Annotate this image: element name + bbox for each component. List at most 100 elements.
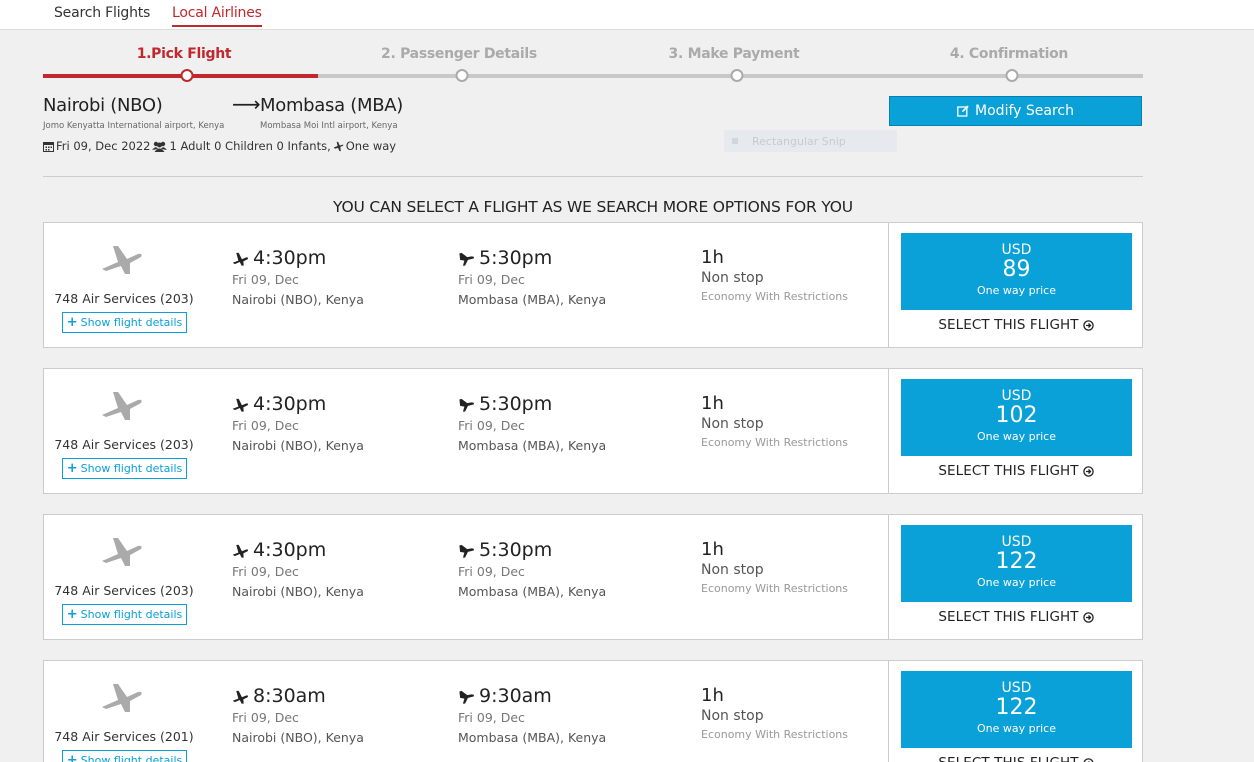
price-column: USD 122 One way price SELECT THIS FLIGHT bbox=[888, 515, 1142, 639]
price-note: One way price bbox=[976, 284, 1056, 297]
select-flight-label: SELECT THIS FLIGHT bbox=[938, 609, 1079, 625]
airline-name: 748 Air Services (203) bbox=[54, 291, 194, 306]
takeoff-icon bbox=[232, 544, 249, 558]
price-currency: USD bbox=[1001, 388, 1032, 404]
modify-search-label: Modify Search bbox=[975, 103, 1074, 119]
cabin-class: Economy With Restrictions bbox=[701, 728, 849, 741]
flight-card: 748 Air Services (203) + Show flight det… bbox=[43, 222, 1143, 348]
flight-stops: Non stop bbox=[701, 416, 764, 432]
price-column: USD 122 One way price SELECT THIS FLIGHT bbox=[888, 661, 1142, 762]
show-flight-details-button[interactable]: + Show flight details bbox=[62, 604, 187, 625]
departure-time: 8:30am bbox=[232, 685, 326, 707]
departure-time: 4:30pm bbox=[232, 539, 326, 561]
select-flight-button[interactable]: SELECT THIS FLIGHT bbox=[889, 463, 1143, 479]
tab-search-flights[interactable]: Search Flights bbox=[54, 5, 150, 21]
destination-city: Mombasa (MBA) bbox=[260, 95, 404, 116]
step-pick-flight: 1.Pick Flight bbox=[136, 46, 232, 62]
arrival-time: 5:30pm bbox=[458, 393, 552, 415]
show-flight-details-label: Show flight details bbox=[80, 608, 183, 621]
price-amount: 89 bbox=[1002, 257, 1031, 282]
price-box[interactable]: USD 89 One way price bbox=[901, 233, 1132, 310]
price-note: One way price bbox=[976, 722, 1056, 735]
arrival-time-value: 5:30pm bbox=[479, 393, 553, 415]
price-box[interactable]: USD 122 One way price bbox=[901, 671, 1132, 748]
divider bbox=[43, 176, 1143, 177]
departure-date: Fri 09, Dec bbox=[232, 710, 299, 725]
cabin-class: Economy With Restrictions bbox=[701, 582, 849, 595]
takeoff-icon bbox=[232, 398, 249, 412]
price-amount: 122 bbox=[995, 695, 1038, 720]
price-amount: 122 bbox=[995, 549, 1038, 574]
price-column: USD 89 One way price SELECT THIS FLIGHT bbox=[888, 223, 1142, 347]
step-dot-4 bbox=[1005, 69, 1019, 82]
arrival-date: Fri 09, Dec bbox=[458, 272, 525, 287]
arrival-time-value: 5:30pm bbox=[479, 539, 553, 561]
airline-name: 748 Air Services (201) bbox=[54, 729, 194, 744]
flight-duration: 1h bbox=[701, 247, 724, 268]
takeoff-icon bbox=[232, 252, 249, 266]
plus-icon: + bbox=[66, 314, 78, 330]
airline-plane-icon bbox=[102, 392, 142, 420]
flight-stops: Non stop bbox=[701, 708, 764, 724]
departure-place: Nairobi (NBO), Kenya bbox=[232, 292, 364, 307]
flight-stops: Non stop bbox=[701, 562, 764, 578]
departure-date: Fri 09, Dec bbox=[232, 418, 299, 433]
show-flight-details-button[interactable]: + Show flight details bbox=[62, 750, 187, 762]
departure-time: 4:30pm bbox=[232, 247, 326, 269]
users-icon bbox=[152, 141, 168, 152]
departure-time: 4:30pm bbox=[232, 393, 326, 415]
departure-time-value: 8:30am bbox=[253, 685, 326, 707]
tab-local-airlines[interactable]: Local Airlines bbox=[172, 5, 262, 27]
price-currency: USD bbox=[1001, 534, 1032, 550]
edit-icon bbox=[957, 105, 969, 117]
modify-search-button[interactable]: Modify Search bbox=[889, 96, 1142, 126]
calendar-icon bbox=[43, 141, 54, 152]
arrival-time: 5:30pm bbox=[458, 539, 552, 561]
price-currency: USD bbox=[1001, 242, 1032, 258]
select-flight-button[interactable]: SELECT THIS FLIGHT bbox=[889, 317, 1143, 333]
select-flight-button[interactable]: SELECT THIS FLIGHT bbox=[889, 755, 1143, 762]
arrival-place: Mombasa (MBA), Kenya bbox=[458, 584, 607, 599]
step-confirmation: 4. Confirmation bbox=[949, 46, 1069, 62]
arrival-time-value: 5:30pm bbox=[479, 247, 553, 269]
price-note: One way price bbox=[976, 430, 1056, 443]
departure-date: Fri 09, Dec bbox=[232, 564, 299, 579]
departure-place: Nairobi (NBO), Kenya bbox=[232, 730, 364, 745]
origin-airport: Jomo Kenyatta International airport, Ken… bbox=[43, 121, 225, 131]
arrival-place: Mombasa (MBA), Kenya bbox=[458, 730, 607, 745]
cabin-class: Economy With Restrictions bbox=[701, 436, 849, 449]
plus-icon: + bbox=[66, 752, 78, 762]
price-box[interactable]: USD 122 One way price bbox=[901, 525, 1132, 602]
destination-airport: Mombasa Moi Intl airport, Kenya bbox=[260, 121, 398, 131]
price-currency: USD bbox=[1001, 680, 1032, 696]
circle-arrow-right-icon bbox=[1082, 611, 1094, 623]
price-note: One way price bbox=[976, 576, 1056, 589]
takeoff-icon bbox=[232, 690, 249, 704]
show-flight-details-button[interactable]: + Show flight details bbox=[62, 312, 187, 333]
airline-plane-icon bbox=[102, 246, 142, 274]
select-flight-label: SELECT THIS FLIGHT bbox=[938, 317, 1079, 333]
step-make-payment: 3. Make Payment bbox=[668, 46, 800, 62]
step-dot-3 bbox=[730, 69, 744, 82]
price-amount: 102 bbox=[995, 403, 1038, 428]
arrival-time-value: 9:30am bbox=[479, 685, 552, 707]
departure-place: Nairobi (NBO), Kenya bbox=[232, 584, 364, 599]
travel-date: Fri 09, Dec 2022 bbox=[56, 139, 151, 153]
passenger-summary: 1 Adult 0 Children 0 Infants, bbox=[169, 139, 331, 153]
rectangular-snip-overlay: Rectangular Snip bbox=[724, 130, 897, 152]
price-box[interactable]: USD 102 One way price bbox=[901, 379, 1132, 456]
plus-icon: + bbox=[66, 606, 78, 622]
flight-card: 748 Air Services (201) + Show flight det… bbox=[43, 660, 1143, 762]
departure-time-value: 4:30pm bbox=[253, 247, 327, 269]
arrival-date: Fri 09, Dec bbox=[458, 710, 525, 725]
arrival-place: Mombasa (MBA), Kenya bbox=[458, 438, 607, 453]
snip-label: Rectangular Snip bbox=[752, 134, 846, 148]
flight-duration: 1h bbox=[701, 393, 724, 414]
select-flight-button[interactable]: SELECT THIS FLIGHT bbox=[889, 609, 1143, 625]
results-headline: YOU CAN SELECT A FLIGHT AS WE SEARCH MOR… bbox=[333, 198, 853, 216]
departure-place: Nairobi (NBO), Kenya bbox=[232, 438, 364, 453]
show-flight-details-button[interactable]: + Show flight details bbox=[62, 458, 187, 479]
show-flight-details-label: Show flight details bbox=[80, 754, 183, 762]
snip-icon bbox=[732, 138, 738, 144]
flight-duration: 1h bbox=[701, 539, 724, 560]
